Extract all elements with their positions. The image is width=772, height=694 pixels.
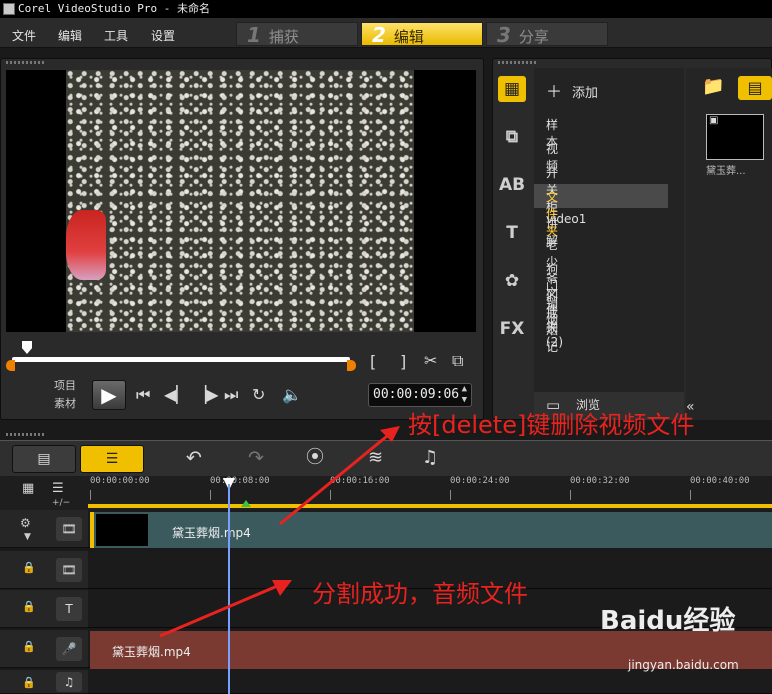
- baidu-watermark: Baidu经验: [600, 606, 736, 636]
- arrow-to-delete-note: [279, 430, 393, 526]
- baidu-watermark-url: jingyan.baidu.com: [628, 658, 739, 672]
- arrow-to-audio-clip: [159, 582, 283, 638]
- split-annotation: 分割成功，音频文件: [312, 580, 528, 608]
- delete-annotation: 按[delete]键删除视频文件: [408, 411, 695, 439]
